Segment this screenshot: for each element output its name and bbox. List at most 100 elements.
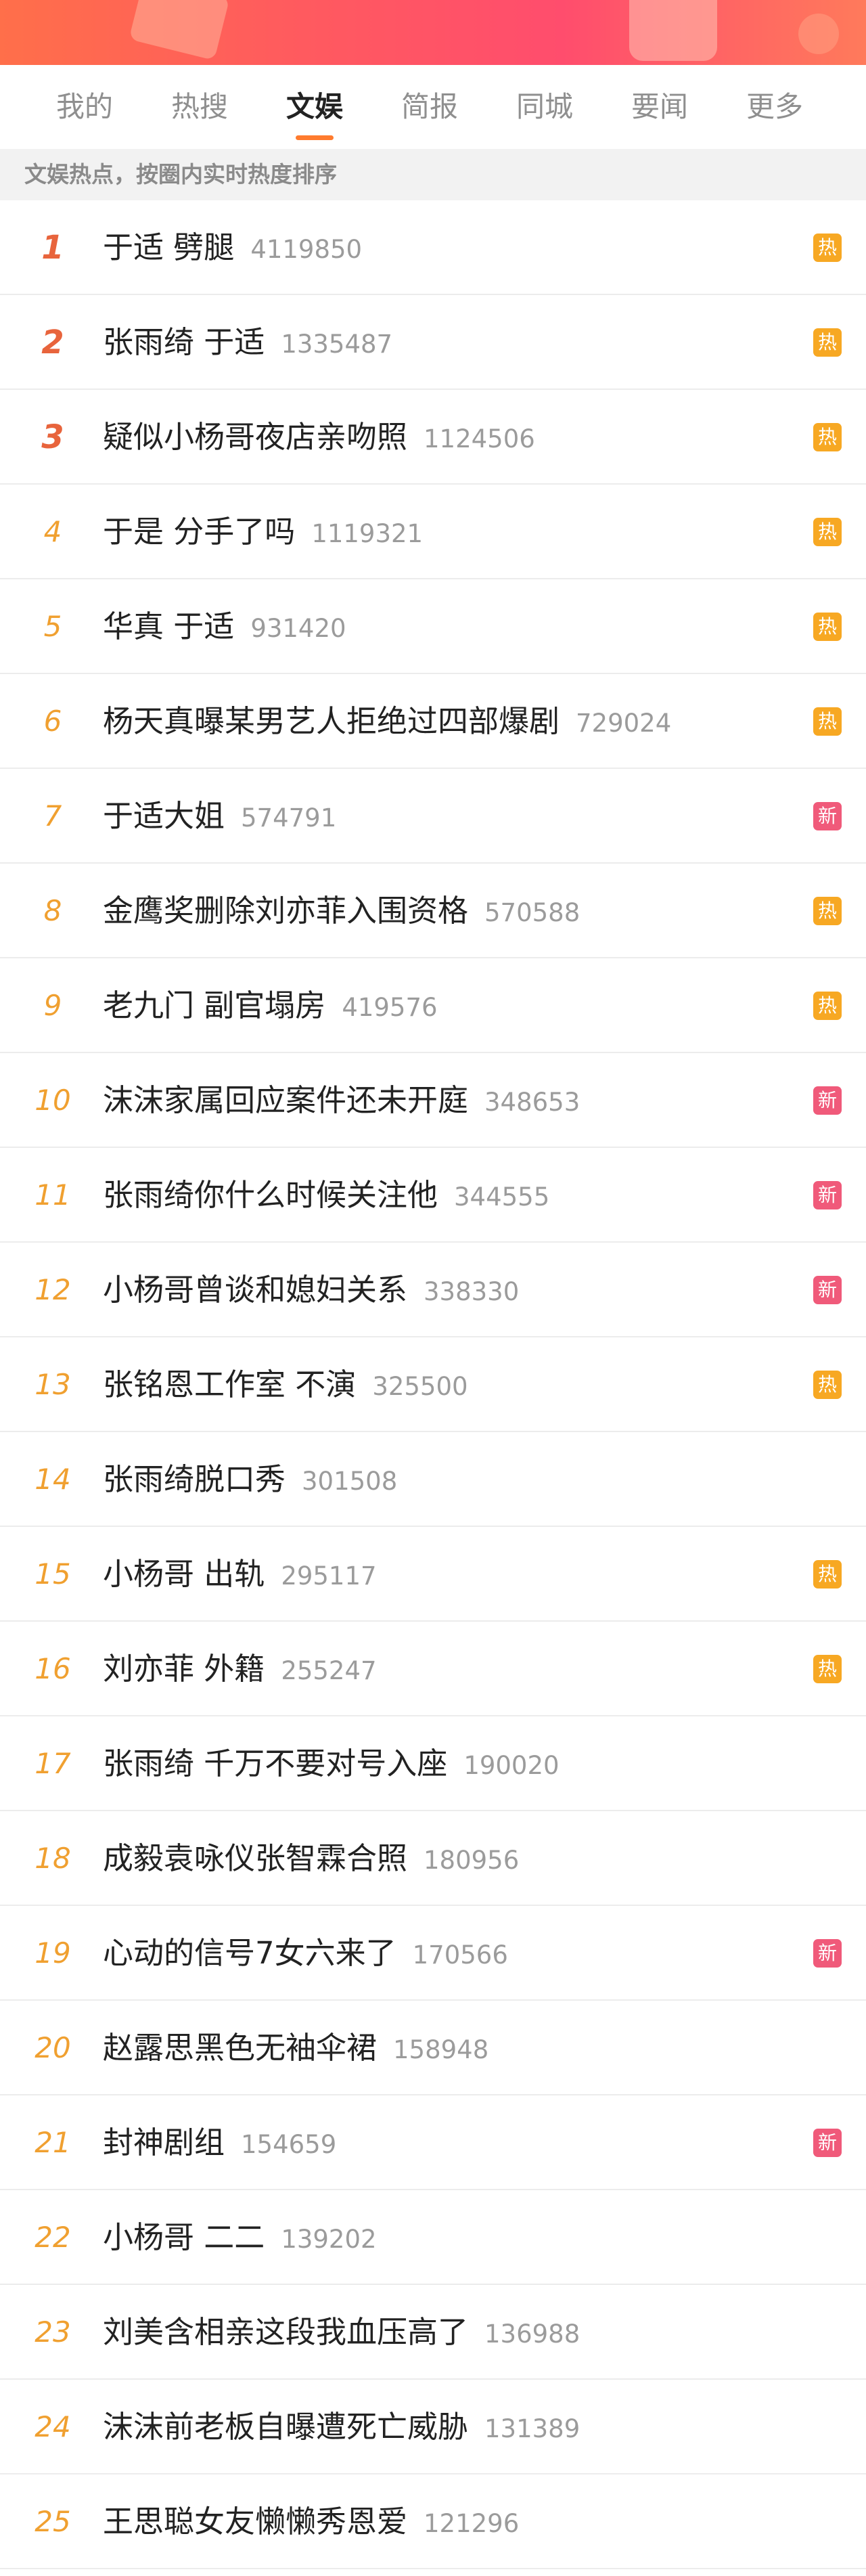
heat-count: 419576	[342, 993, 438, 1022]
list-item[interactable]: 10 沫沫家属回应案件还未开庭 348653 新	[0, 1053, 866, 1148]
list-item[interactable]: 24 沫沫前老板自曝遭死亡威胁 131389	[0, 2380, 866, 2474]
tab-news[interactable]: 要闻	[602, 65, 717, 149]
item-text: 于是 分手了吗 1119321	[103, 485, 423, 586]
heat-count: 570588	[484, 898, 580, 927]
tab-entertainment-label: 文娱	[286, 90, 343, 123]
item-title[interactable]: 老九门 副官塌房	[103, 987, 325, 1023]
heat-count: 158948	[393, 2035, 489, 2064]
new-badge: 新	[813, 1276, 842, 1304]
tab-more[interactable]: 更多	[717, 65, 832, 149]
list-item[interactable]: 16 刘亦菲 外籍 255247 热	[0, 1622, 866, 1716]
heat-count: 348653	[484, 1088, 580, 1117]
rank-number: 23	[35, 2315, 71, 2349]
item-title[interactable]: 王思聪女友懒懒秀恩爱	[103, 2504, 407, 2539]
item-title[interactable]: 张雨绮脱口秀	[103, 1461, 286, 1497]
item-title[interactable]: 沫沫家属回应案件还未开庭	[103, 1082, 468, 1118]
rank-number: 14	[35, 1463, 71, 1496]
list-item[interactable]: 14 张雨绮脱口秀 301508	[0, 1432, 866, 1527]
heat-count: 180956	[424, 1846, 520, 1875]
list-item[interactable]: 4 于是 分手了吗 1119321 热	[0, 485, 866, 579]
item-title[interactable]: 华真 于适	[103, 608, 234, 644]
rank-number: 7	[43, 799, 62, 832]
category-tabs: 我的 热搜 文娱 简报 同城 要闻 更多	[0, 65, 866, 149]
list-item[interactable]: 1 于适 劈腿 4119850 热	[0, 200, 866, 295]
item-text: 张雨绮你什么时候关注他 344555	[103, 1148, 549, 1249]
item-text: 沫沫前老板自曝遭死亡威胁 131389	[103, 2380, 580, 2481]
list-item[interactable]: 15 小杨哥 出轨 295117 热	[0, 1527, 866, 1622]
list-item[interactable]: 11 张雨绮你什么时候关注他 344555 新	[0, 1148, 866, 1243]
list-item[interactable]: 13 张铭恩工作室 不演 325500 热	[0, 1337, 866, 1432]
item-title[interactable]: 沫沫前老板自曝遭死亡威胁	[103, 2409, 468, 2445]
item-text: 华真 于适 931420	[103, 579, 346, 681]
item-title[interactable]: 小杨哥曾谈和媳妇关系	[103, 1272, 407, 1308]
item-text: 老九门 副官塌房 419576	[103, 958, 438, 1060]
rank-number: 12	[35, 1273, 71, 1306]
rank-number: 25	[35, 2505, 71, 2538]
item-text: 刘美含相亲这段我血压高了 136988	[103, 2285, 580, 2386]
hot-badge: 热	[813, 1655, 842, 1683]
item-title[interactable]: 小杨哥 二二	[103, 2219, 265, 2255]
item-title[interactable]: 张雨绮 于适	[103, 324, 265, 360]
item-title[interactable]: 于适 劈腿	[103, 229, 234, 265]
list-item[interactable]: 8 金鹰奖删除刘亦菲入围资格 570588 热	[0, 864, 866, 958]
heat-count: 325500	[372, 1372, 468, 1401]
tab-hot-search[interactable]: 热搜	[142, 65, 257, 149]
rank-number: 1	[41, 229, 64, 267]
item-title[interactable]: 赵露思黑色无袖伞裙	[103, 2030, 377, 2066]
tab-entertainment[interactable]: 文娱	[257, 65, 372, 149]
list-item[interactable]: 17 张雨绮 千万不要对号入座 190020	[0, 1716, 866, 1811]
tab-local[interactable]: 同城	[487, 65, 602, 149]
item-title[interactable]: 小杨哥 出轨	[103, 1556, 265, 1592]
item-text: 张铭恩工作室 不演 325500	[103, 1337, 468, 1439]
rank-number: 6	[43, 705, 62, 738]
list-item[interactable]: 19 心动的信号7女六来了 170566 新	[0, 1906, 866, 2001]
item-title[interactable]: 张雨绮你什么时候关注他	[103, 1177, 438, 1213]
heat-count: 154659	[241, 2130, 337, 2159]
rank-number: 17	[35, 1747, 71, 1780]
item-title[interactable]: 张雨绮 千万不要对号入座	[103, 1746, 447, 1781]
item-title[interactable]: 心动的信号7女六来了	[103, 1935, 396, 1971]
hot-badge: 热	[813, 234, 842, 262]
item-title[interactable]: 成毅袁咏仪张智霖合照	[103, 1840, 407, 1876]
item-text: 杨天真曝某男艺人拒绝过四部爆剧 729024	[103, 674, 671, 776]
item-title[interactable]: 刘美含相亲这段我血压高了	[103, 2314, 468, 2350]
list-item[interactable]: 2 张雨绮 于适 1335487 热	[0, 295, 866, 390]
item-title[interactable]: 于是 分手了吗	[103, 514, 295, 550]
list-item[interactable]: 25 王思聪女友懒懒秀恩爱 121296	[0, 2474, 866, 2569]
rank-number: 24	[35, 2410, 71, 2443]
list-item[interactable]: 21 封神剧组 154659 新	[0, 2095, 866, 2190]
item-text: 金鹰奖删除刘亦菲入围资格 570588	[103, 864, 580, 965]
rank-number: 19	[35, 1936, 71, 1970]
item-text: 赵露思黑色无袖伞裙 158948	[103, 2001, 488, 2102]
list-item[interactable]: 6 杨天真曝某男艺人拒绝过四部爆剧 729024 热	[0, 674, 866, 769]
item-title[interactable]: 疑似小杨哥夜店亲吻照	[103, 419, 407, 455]
hot-badge: 热	[813, 1560, 842, 1589]
rank-number: 11	[35, 1178, 71, 1212]
active-tab-indicator	[296, 135, 334, 140]
rank-number: 21	[35, 2126, 71, 2159]
list-item[interactable]: 3 疑似小杨哥夜店亲吻照 1124506 热	[0, 390, 866, 485]
hot-badge: 热	[813, 518, 842, 546]
list-item[interactable]: 20 赵露思黑色无袖伞裙 158948	[0, 2001, 866, 2095]
heat-count: 4119850	[250, 235, 363, 264]
tab-briefing[interactable]: 简报	[372, 65, 487, 149]
list-item[interactable]: 5 华真 于适 931420 热	[0, 579, 866, 674]
hot-badge: 热	[813, 992, 842, 1020]
item-text: 心动的信号7女六来了 170566	[103, 1906, 508, 2007]
item-title[interactable]: 于适大姐	[103, 798, 225, 834]
item-title[interactable]: 刘亦菲 外籍	[103, 1651, 265, 1687]
list-item[interactable]: 7 于适大姐 574791 新	[0, 769, 866, 864]
tab-mine[interactable]: 我的	[27, 65, 142, 149]
heat-count: 121296	[424, 2509, 520, 2538]
new-badge: 新	[813, 1086, 842, 1115]
list-item[interactable]: 12 小杨哥曾谈和媳妇关系 338330 新	[0, 1243, 866, 1337]
list-item[interactable]: 18 成毅袁咏仪张智霖合照 180956	[0, 1811, 866, 1906]
item-title[interactable]: 封神剧组	[103, 2125, 225, 2160]
list-item[interactable]: 23 刘美含相亲这段我血压高了 136988	[0, 2285, 866, 2380]
hot-badge: 热	[813, 423, 842, 451]
item-title[interactable]: 张铭恩工作室 不演	[103, 1367, 356, 1402]
item-title[interactable]: 金鹰奖删除刘亦菲入围资格	[103, 893, 468, 929]
list-item[interactable]: 22 小杨哥 二二 139202	[0, 2190, 866, 2285]
list-item[interactable]: 9 老九门 副官塌房 419576 热	[0, 958, 866, 1053]
item-title[interactable]: 杨天真曝某男艺人拒绝过四部爆剧	[103, 703, 560, 739]
